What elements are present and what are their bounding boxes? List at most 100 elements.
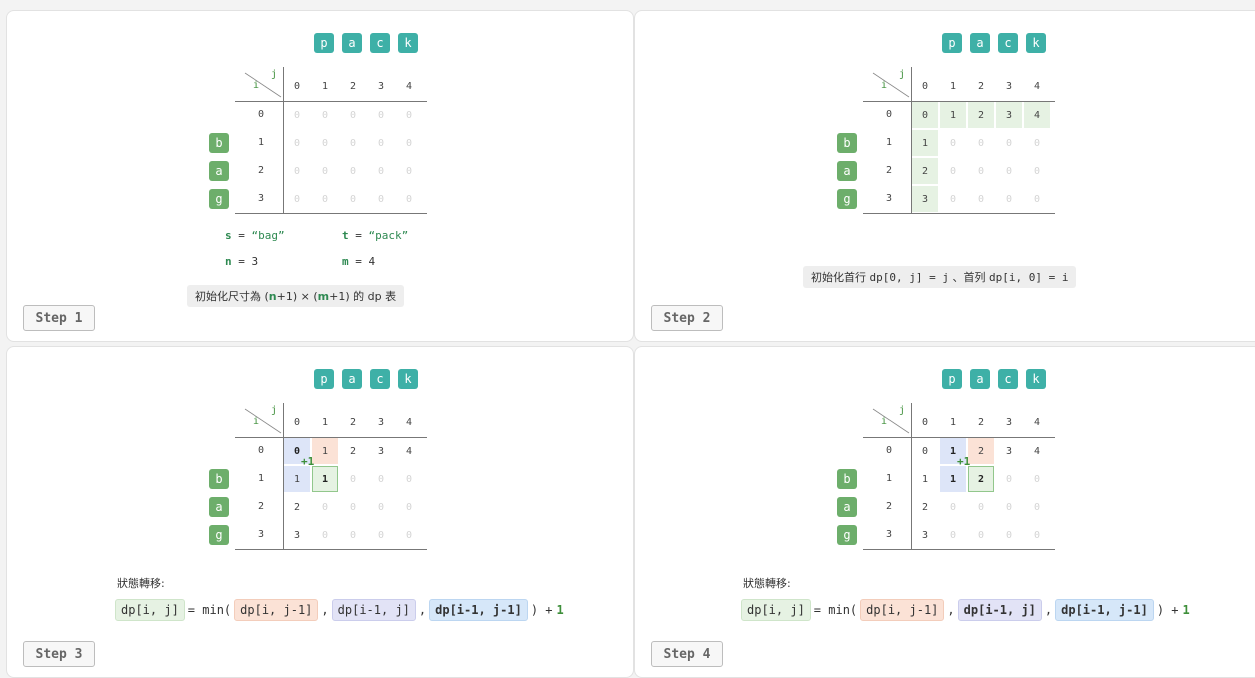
- increment-marker: +1: [957, 455, 971, 468]
- col-label: 3: [377, 81, 385, 92]
- s-char-tag: g: [837, 189, 857, 209]
- m-definition: m = 4: [342, 255, 376, 268]
- t-char-tag: a: [970, 33, 990, 53]
- row-divider: [283, 67, 284, 213]
- dp-cell: 0: [1033, 165, 1041, 177]
- table-bottom-line: [235, 213, 427, 214]
- dp-cell: 0: [377, 501, 385, 513]
- dp-cell: 0: [293, 165, 301, 177]
- row-label: 3: [257, 193, 265, 204]
- s-char-tag: a: [837, 497, 857, 517]
- dp-cell: 0: [1033, 137, 1041, 149]
- t-char-tag: p: [314, 33, 334, 53]
- s-char-tag: b: [837, 133, 857, 153]
- row-label: 0: [885, 109, 893, 120]
- transition-label: 狀態轉移:: [743, 577, 791, 590]
- col-label: 1: [949, 81, 957, 92]
- s-definition: s = “bag”: [225, 229, 285, 242]
- dp-cell: 0: [293, 109, 301, 121]
- step-2-button[interactable]: Step 2: [651, 305, 723, 331]
- dp-cell: 0: [1005, 529, 1013, 541]
- step-4-button[interactable]: Step 4: [651, 641, 723, 667]
- dp-cell: 2: [293, 501, 301, 513]
- dp-cell: 1: [940, 466, 966, 492]
- dp-cell: 0: [1005, 165, 1013, 177]
- dp-cell: 0: [405, 109, 413, 121]
- t-char-tag: p: [942, 33, 962, 53]
- s-char-tag: g: [837, 525, 857, 545]
- dp-cell: 0: [293, 193, 301, 205]
- t-char-tag: a: [342, 369, 362, 389]
- dp-cell: 1: [940, 102, 966, 128]
- row-label: 2: [257, 165, 265, 176]
- dp-cell: 0: [349, 193, 357, 205]
- dp-cell: 0: [321, 109, 329, 121]
- dp-cell: 0: [377, 165, 385, 177]
- dp-cell: 0: [349, 529, 357, 541]
- dp-cell: 0: [377, 109, 385, 121]
- dp-cell: 0: [349, 109, 357, 121]
- s-char-tag: b: [209, 469, 229, 489]
- dp-cell: 4: [405, 445, 413, 457]
- t-char-tag: a: [342, 33, 362, 53]
- col-label: 4: [405, 417, 413, 428]
- dp-cell: 0: [1033, 193, 1041, 205]
- col-label: 0: [921, 417, 929, 428]
- t-char-tag: k: [398, 33, 418, 53]
- dp-table: p a c k b a g j i 0 1 2 3 4 0 1 2 3 0 1 2 3 4 1 1 0 0 0 2 0 0 0 0 3 0 0 0 0 +1: [199, 369, 427, 569]
- header-divider: [235, 437, 427, 438]
- dp-table: packbagji01234012301234100002000030000: [827, 33, 1055, 233]
- dp-cell: 0: [921, 445, 929, 457]
- transition-label: 狀態轉移:: [117, 577, 165, 590]
- dp-cell: 1: [912, 130, 938, 156]
- transition-formula: dp[i, j] = min( dp[i, j-1], dp[i-1, j], d…: [112, 599, 564, 621]
- row-label: 2: [885, 165, 893, 176]
- dp-cell: 0: [977, 529, 985, 541]
- table-bottom-line: [235, 549, 427, 550]
- row-divider: [911, 67, 912, 213]
- dp-cell: 0: [405, 193, 413, 205]
- dp-cell: 0: [949, 165, 957, 177]
- s-char-tag: g: [209, 525, 229, 545]
- row-label: 1: [885, 137, 893, 148]
- dp-cell: 0: [949, 529, 957, 541]
- row-label: 1: [257, 137, 265, 148]
- row-label: 3: [885, 193, 893, 204]
- table-bottom-line: [863, 213, 1055, 214]
- dp-cell: 0: [405, 473, 413, 485]
- dp-cell: 0: [1005, 137, 1013, 149]
- step-3-button[interactable]: Step 3: [23, 641, 95, 667]
- col-label: 2: [977, 81, 985, 92]
- dp-cell: 0: [1033, 501, 1041, 513]
- dp-cell: 0: [977, 193, 985, 205]
- dp-cell: 0: [377, 193, 385, 205]
- dp-cell: 3: [377, 445, 385, 457]
- dp-cell: 1: [312, 438, 338, 464]
- dp-cell: 0: [321, 165, 329, 177]
- col-label: 3: [1005, 417, 1013, 428]
- dp-table: packbagji01234012300000000000000000000: [199, 33, 427, 233]
- dp-cell: 0: [349, 165, 357, 177]
- dp-cell: 0: [377, 473, 385, 485]
- table-bottom-line: [863, 549, 1055, 550]
- col-label: 0: [293, 417, 301, 428]
- col-label: 3: [377, 417, 385, 428]
- dp-cell: 1: [284, 466, 310, 492]
- dp-cell: 0: [977, 165, 985, 177]
- col-label: 1: [321, 81, 329, 92]
- row-label: 3: [257, 529, 265, 540]
- t-char-tag: a: [970, 369, 990, 389]
- n-definition: n = 3: [225, 255, 259, 268]
- dp-cell: 0: [321, 137, 329, 149]
- s-char-tag: a: [209, 161, 229, 181]
- col-label: 0: [293, 81, 301, 92]
- dp-cell: 0: [377, 137, 385, 149]
- step-1-button[interactable]: Step 1: [23, 305, 95, 331]
- dp-cell: 0: [1005, 501, 1013, 513]
- dp-cell: 2: [921, 501, 929, 513]
- header-divider: [863, 437, 1055, 438]
- step-1-caption: 初始化尺寸為 (n+1) × (m+1) 的 dp 表: [187, 285, 405, 307]
- row-label: 3: [885, 529, 893, 540]
- t-char-tag: k: [398, 369, 418, 389]
- s-char-tag: g: [209, 189, 229, 209]
